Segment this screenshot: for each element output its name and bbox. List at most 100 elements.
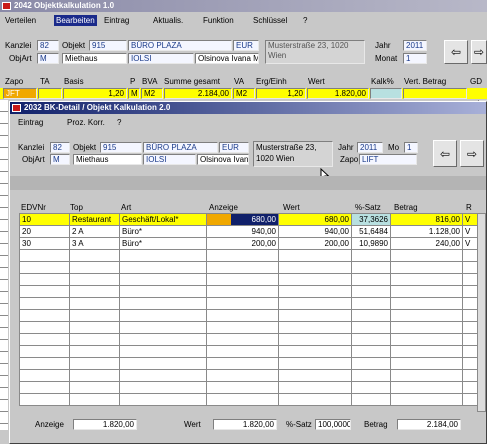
cell-art[interactable] <box>119 297 207 310</box>
front-jahr-field[interactable]: 2011 <box>357 142 383 153</box>
front-owner-field[interactable]: Miethaus <box>73 154 142 165</box>
cell-anzeige[interactable]: 680,00 <box>206 213 279 226</box>
cell-top[interactable] <box>69 297 120 310</box>
menu-verteilen[interactable]: Verteilen <box>5 15 36 26</box>
row-vert-betrag[interactable] <box>403 88 467 99</box>
cell-anzeige[interactable] <box>206 321 279 334</box>
owner-field[interactable]: Miethaus <box>62 53 127 64</box>
cell-anzeige[interactable] <box>206 261 279 274</box>
row-p[interactable]: M <box>128 88 140 99</box>
person-field[interactable]: Olsinova Ivana Ma <box>195 53 259 64</box>
cell-satz[interactable] <box>351 393 391 406</box>
jahr-field[interactable]: 2011 <box>403 40 427 51</box>
menu-schluessel[interactable]: Schlüssel <box>253 15 287 26</box>
cell-r[interactable] <box>462 309 478 322</box>
cell-satz[interactable] <box>351 321 391 334</box>
cell-anzeige[interactable] <box>206 285 279 298</box>
cell-satz[interactable] <box>351 357 391 370</box>
cell-edv[interactable] <box>19 261 70 274</box>
cell-top[interactable] <box>69 321 120 334</box>
cell-wert[interactable] <box>278 321 352 334</box>
table-row[interactable] <box>19 321 478 334</box>
cell-anzeige[interactable]: 200,00 <box>206 237 279 250</box>
cell-edv[interactable]: 20 <box>19 225 70 238</box>
cell-wert[interactable]: 940,00 <box>278 225 352 238</box>
cell-anzeige[interactable] <box>206 333 279 346</box>
grid-scrollbar[interactable] <box>477 213 486 412</box>
front-mo-field[interactable]: 1 <box>404 142 418 153</box>
table-row[interactable] <box>19 285 478 298</box>
cell-betrag[interactable] <box>390 297 463 310</box>
cell-art[interactable] <box>119 333 207 346</box>
cell-betrag[interactable]: 1.128,00 <box>390 225 463 238</box>
row-basis[interactable]: 1,20 <box>63 88 127 99</box>
cell-satz[interactable]: 37,3626 <box>351 213 391 226</box>
front-objart-field[interactable]: M <box>50 154 70 165</box>
cell-wert[interactable]: 200,00 <box>278 237 352 250</box>
cell-anzeige[interactable] <box>206 249 279 262</box>
cell-r[interactable] <box>462 249 478 262</box>
front-zapo-field[interactable]: LIFT <box>359 154 417 165</box>
cell-betrag[interactable] <box>390 393 463 406</box>
cell-art[interactable] <box>119 393 207 406</box>
cell-top[interactable] <box>69 285 120 298</box>
cell-r[interactable] <box>462 297 478 310</box>
front-next-button[interactable]: ⇨ <box>460 140 484 167</box>
cell-edv[interactable] <box>19 321 70 334</box>
cell-r[interactable] <box>462 285 478 298</box>
cell-r[interactable] <box>462 345 478 358</box>
cell-top[interactable] <box>69 249 120 262</box>
cell-edv[interactable] <box>19 285 70 298</box>
cell-art[interactable]: Büro* <box>119 225 207 238</box>
cell-top[interactable]: Restaurant <box>69 213 120 226</box>
table-row[interactable]: 10 Restaurant Geschäft/Lokal* 680,00 680,00 3… <box>19 213 478 226</box>
menu-front-eintrag[interactable]: Eintrag <box>18 117 43 128</box>
cell-satz[interactable] <box>351 381 391 394</box>
cell-edv[interactable] <box>19 273 70 286</box>
objekt-name-field[interactable]: BÜRO PLAZA <box>128 40 232 51</box>
table-row[interactable]: 20 2 A Büro* 940,00 940,00 51,6484 1.128,00 V <box>19 225 478 238</box>
table-row[interactable] <box>19 381 478 394</box>
cell-r[interactable] <box>462 369 478 382</box>
cell-art[interactable] <box>119 261 207 274</box>
cell-top[interactable] <box>69 369 120 382</box>
front-person-field[interactable]: Olsinova Ivana <box>197 154 249 165</box>
cell-anzeige[interactable]: 940,00 <box>206 225 279 238</box>
cell-top[interactable] <box>69 273 120 286</box>
cell-r[interactable]: V <box>462 213 478 226</box>
monat-field[interactable]: 1 <box>403 53 427 64</box>
menu-funktion[interactable]: Funktion <box>203 15 234 26</box>
cell-betrag[interactable] <box>390 321 463 334</box>
prev-button[interactable]: ⇦ <box>444 40 468 64</box>
cell-wert[interactable] <box>278 261 352 274</box>
cell-wert[interactable] <box>278 357 352 370</box>
table-row[interactable] <box>19 261 478 274</box>
cell-art[interactable] <box>119 381 207 394</box>
menu-bearbeiten[interactable]: Bearbeiten <box>54 15 97 26</box>
cell-art[interactable] <box>119 369 207 382</box>
table-row[interactable] <box>19 273 478 286</box>
cell-art[interactable] <box>119 345 207 358</box>
cell-art[interactable]: Büro* <box>119 237 207 250</box>
cell-r[interactable] <box>462 261 478 274</box>
row-va[interactable]: M2 <box>233 88 255 99</box>
table-row[interactable] <box>19 369 478 382</box>
front-objekt-field[interactable]: 915 <box>100 142 142 153</box>
cell-satz[interactable]: 10,9890 <box>351 237 391 250</box>
menu-proz-korr[interactable]: Proz. Korr. <box>67 117 105 128</box>
cell-top[interactable] <box>69 381 120 394</box>
row-bva[interactable]: M2 <box>141 88 163 99</box>
front-kanzlei-field[interactable]: 82 <box>50 142 70 153</box>
cell-satz[interactable] <box>351 261 391 274</box>
cell-r[interactable] <box>462 393 478 406</box>
front-objekt-name-field[interactable]: BÜRO PLAZA <box>143 142 218 153</box>
cell-top[interactable] <box>69 333 120 346</box>
cell-betrag[interactable] <box>390 249 463 262</box>
back-data-row[interactable]: JFT 1,20 M M2 2.184,00 M2 1,20 1.820,00 <box>0 88 487 99</box>
cell-betrag[interactable] <box>390 309 463 322</box>
cell-wert[interactable] <box>278 393 352 406</box>
menu-help[interactable]: ? <box>303 15 307 26</box>
row-erg[interactable]: 1,20 <box>256 88 306 99</box>
cell-edv[interactable] <box>19 297 70 310</box>
cell-top[interactable] <box>69 345 120 358</box>
